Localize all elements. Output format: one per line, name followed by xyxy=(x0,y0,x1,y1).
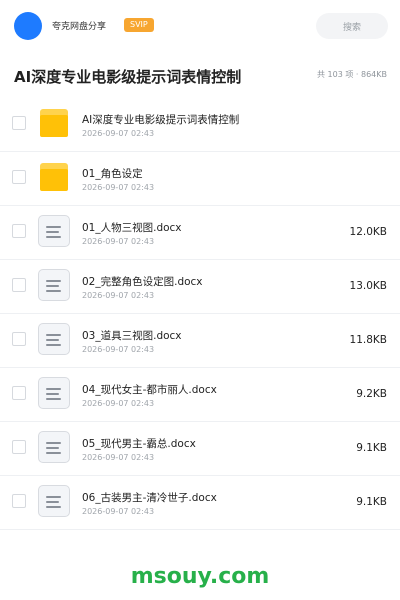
folder-icon xyxy=(38,107,70,139)
document-icon xyxy=(38,485,70,517)
document-icon xyxy=(38,269,70,301)
row-checkbox[interactable] xyxy=(12,170,26,184)
brand-name: 夸克网盘分享 xyxy=(52,22,107,32)
file-size: 13.0KB xyxy=(349,280,387,292)
file-row[interactable]: 06_古装男主-清冷世子.docx 2026-09-07 02:43 9.1KB xyxy=(0,476,400,530)
file-name: 04_现代女主-都市丽人.docx xyxy=(82,384,217,396)
file-date: 2026-09-07 02:43 xyxy=(82,237,155,246)
document-icon xyxy=(38,215,70,247)
row-checkbox[interactable] xyxy=(12,224,26,238)
file-row[interactable]: 03_道具三视图.docx 2026-09-07 02:43 11.8KB xyxy=(0,314,400,368)
file-date: 2026-09-07 02:43 xyxy=(82,129,155,138)
file-size: 9.1KB xyxy=(356,496,387,508)
file-date: 2026-09-07 02:43 xyxy=(82,183,155,192)
file-name: 05_现代男主-霸总.docx xyxy=(82,438,196,450)
file-size: 11.8KB xyxy=(349,334,387,346)
title-bar: AI深度专业电影级提示词表情控制 共 103 项 · 864KB xyxy=(0,52,400,99)
svip-badge: SVIP xyxy=(124,18,154,32)
footer: msouy.com xyxy=(0,548,400,600)
file-name: 06_古装男主-清冷世子.docx xyxy=(82,492,217,504)
row-checkbox[interactable] xyxy=(12,332,26,346)
file-date: 2026-09-07 02:43 xyxy=(82,453,155,462)
file-name: 01_人物三视图.docx xyxy=(82,222,182,234)
document-icon xyxy=(38,431,70,463)
folder-icon xyxy=(38,161,70,193)
page: 夸克网盘分享 SVIP 搜索 AI深度专业电影级提示词表情控制 共 103 项 … xyxy=(0,0,400,600)
file-size: 9.1KB xyxy=(356,442,387,454)
file-row[interactable]: 05_现代男主-霸总.docx 2026-09-07 02:43 9.1KB xyxy=(0,422,400,476)
search-button[interactable]: 搜索 xyxy=(316,13,388,39)
file-name: 01_角色设定 xyxy=(82,168,143,180)
page-title: AI深度专业电影级提示词表情控制 xyxy=(14,68,242,86)
file-name: 03_道具三视图.docx xyxy=(82,330,182,342)
file-date: 2026-09-07 02:43 xyxy=(82,345,155,354)
top-bar: 夸克网盘分享 SVIP 搜索 xyxy=(0,0,400,53)
row-checkbox[interactable] xyxy=(12,494,26,508)
file-list: AI深度专业电影级提示词表情控制 2026-09-07 02:43 01_角色设… xyxy=(0,98,400,530)
file-name: 02_完整角色设定图.docx xyxy=(82,276,203,288)
search-placeholder: 搜索 xyxy=(342,23,361,33)
file-row[interactable]: 04_现代女主-都市丽人.docx 2026-09-07 02:43 9.2KB xyxy=(0,368,400,422)
row-checkbox[interactable] xyxy=(12,278,26,292)
file-row[interactable]: 01_人物三视图.docx 2026-09-07 02:43 12.0KB xyxy=(0,206,400,260)
row-checkbox[interactable] xyxy=(12,116,26,130)
file-size: 9.2KB xyxy=(356,388,387,400)
document-icon xyxy=(38,323,70,355)
file-row[interactable]: AI深度专业电影级提示词表情控制 2026-09-07 02:43 xyxy=(0,98,400,152)
avatar[interactable] xyxy=(14,12,42,40)
row-checkbox[interactable] xyxy=(12,440,26,454)
file-row[interactable]: 02_完整角色设定图.docx 2026-09-07 02:43 13.0KB xyxy=(0,260,400,314)
file-name: AI深度专业电影级提示词表情控制 xyxy=(82,114,240,126)
row-checkbox[interactable] xyxy=(12,386,26,400)
file-date: 2026-09-07 02:43 xyxy=(82,399,155,408)
file-date: 2026-09-07 02:43 xyxy=(82,291,155,300)
file-date: 2026-09-07 02:43 xyxy=(82,507,155,516)
watermark-text: msouy.com xyxy=(130,564,270,589)
document-icon xyxy=(38,377,70,409)
file-size: 12.0KB xyxy=(349,226,387,238)
file-row[interactable]: 01_角色设定 2026-09-07 02:43 xyxy=(0,152,400,206)
item-stats: 共 103 项 · 864KB xyxy=(317,70,387,79)
